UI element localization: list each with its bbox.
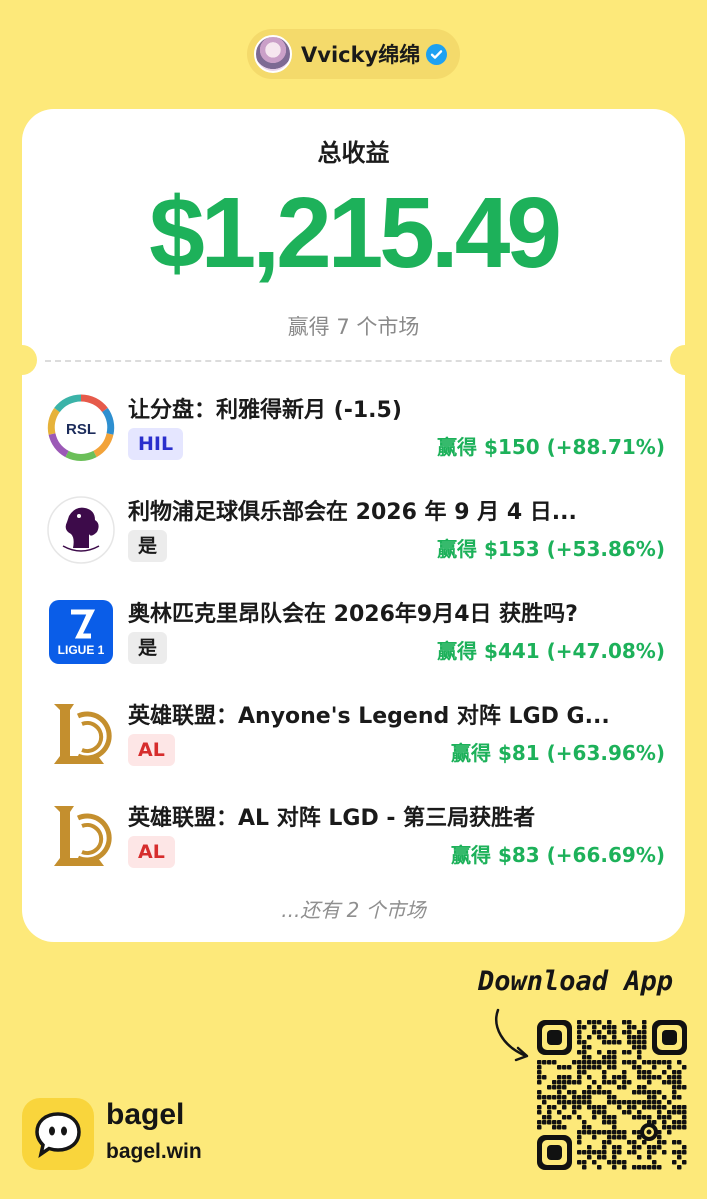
premier-league-logo-icon xyxy=(45,494,117,566)
user-name: Vvicky绵绵 xyxy=(301,43,421,67)
ligue1-logo-icon: LIGUE 1 xyxy=(45,596,117,668)
market-result: 赢得 $441 (+47.08%) xyxy=(437,639,665,663)
outcome-badge: AL xyxy=(128,734,175,766)
market-result: 赢得 $150 (+88.71%) xyxy=(437,435,665,459)
outcome-badge: HIL xyxy=(128,428,184,460)
qr-code[interactable] xyxy=(537,1020,687,1170)
lol-logo-icon xyxy=(45,800,117,872)
avatar xyxy=(254,35,292,73)
market-row[interactable]: 利物浦足球俱乐部会在 2026 年 9 月 4 日... 是 赢得 $153 (… xyxy=(45,494,665,574)
market-title: 利物浦足球俱乐部会在 2026 年 9 月 4 日... xyxy=(128,500,577,525)
brand-url[interactable]: bagel.win xyxy=(106,1140,202,1164)
market-row[interactable]: LIGUE 1 奥林匹克里昂队会在 2026年9月4日 获胜吗? 是 赢得 $4… xyxy=(45,596,665,676)
total-earnings-amount: $1,215.49 xyxy=(149,177,562,289)
lol-logo-icon xyxy=(45,698,117,770)
curved-arrow-icon xyxy=(495,1008,529,1062)
dashed-divider xyxy=(45,360,662,362)
market-row[interactable]: 英雄联盟：Anyone's Legend 对阵 LGD G... AL 赢得 $… xyxy=(45,698,665,778)
rsl-logo-icon: RSL xyxy=(45,392,117,464)
outcome-badge: AL xyxy=(128,836,175,868)
download-app-label: Download App xyxy=(478,966,674,997)
market-title: 奥林匹克里昂队会在 2026年9月4日 获胜吗? xyxy=(128,602,578,627)
market-result: 赢得 $153 (+53.86%) xyxy=(437,537,665,561)
card-notch-left xyxy=(7,345,37,375)
market-result: 赢得 $81 (+63.96%) xyxy=(450,741,665,765)
user-pill[interactable]: Vvicky绵绵 xyxy=(247,29,460,79)
market-result: 赢得 $83 (+66.69%) xyxy=(450,843,665,867)
verified-badge-icon xyxy=(426,43,448,65)
market-title: 让分盘：利雅得新月 (-1.5) xyxy=(128,398,402,423)
card-notch-right xyxy=(670,345,700,375)
brand-name: bagel xyxy=(106,1098,185,1131)
market-row[interactable]: RSL 让分盘：利雅得新月 (-1.5) HIL 赢得 $150 (+88.71… xyxy=(45,392,665,472)
total-earnings-title: 总收益 xyxy=(317,139,390,167)
won-markets-count: 赢得 7 个市场 xyxy=(287,315,420,339)
more-markets-link[interactable]: ...还有 2 个市场 xyxy=(0,894,707,923)
ligue1-logo-text: LIGUE 1 xyxy=(58,643,105,657)
market-title: 英雄联盟：AL 对阵 LGD - 第三局获胜者 xyxy=(128,806,536,831)
market-title: 英雄联盟：Anyone's Legend 对阵 LGD G... xyxy=(128,704,610,729)
outcome-badge: 是 xyxy=(128,632,168,664)
rsl-logo-text: RSL xyxy=(66,421,96,438)
market-row[interactable]: 英雄联盟：AL 对阵 LGD - 第三局获胜者 AL 赢得 $83 (+66.6… xyxy=(45,800,665,880)
bagel-logo-icon xyxy=(22,1098,94,1170)
outcome-badge: 是 xyxy=(128,530,168,562)
